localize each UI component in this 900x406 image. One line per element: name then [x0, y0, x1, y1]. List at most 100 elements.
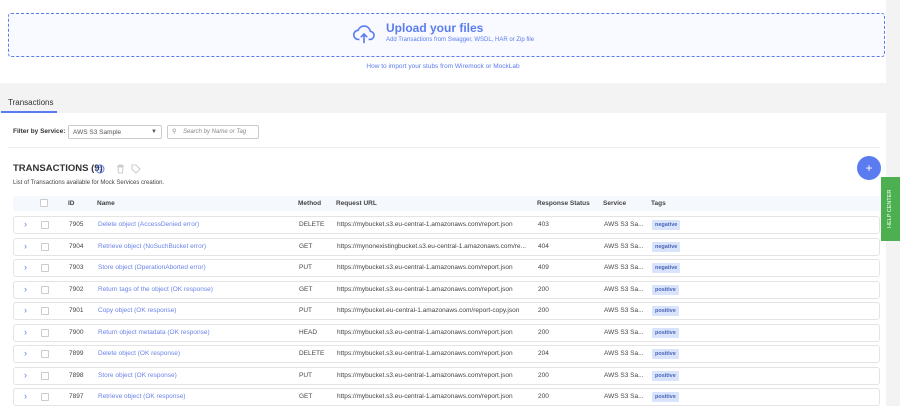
table-row[interactable]: › 7905 Delete object (AccessDenied error… — [13, 216, 880, 234]
import-howto-link[interactable]: How to import your stubs from Wiremock o… — [0, 63, 886, 70]
row-checkbox[interactable] — [41, 328, 49, 337]
row-method: GET — [299, 242, 313, 250]
row-status: 200 — [538, 393, 549, 400]
tag-badge[interactable]: positive — [652, 349, 679, 359]
expand-chevron-icon[interactable]: › — [24, 262, 27, 272]
row-method: PUT — [299, 371, 312, 379]
expand-chevron-icon[interactable]: › — [24, 305, 27, 315]
filter-label: Filter by Service: — [13, 128, 66, 135]
table-row[interactable]: › 7898 Store object (OK response) PUT ht… — [13, 366, 880, 385]
upload-subtitle: Add Transactions from Swagger, WSDL, HAR… — [386, 37, 535, 43]
tag-badge[interactable]: negative — [652, 220, 681, 230]
row-checkbox[interactable] — [41, 371, 49, 380]
row-status: 200 — [538, 307, 549, 314]
page-scrollbar[interactable] — [886, 83, 900, 406]
row-url: https://mybucket.s3.eu-central-1.amazona… — [337, 371, 513, 379]
row-name-link[interactable]: Return tags of the object (OK response) — [98, 286, 213, 293]
row-method: PUT — [299, 264, 312, 271]
row-checkbox[interactable] — [41, 264, 49, 272]
row-service: AWS S3 Sa... — [604, 350, 644, 357]
col-method: Method — [298, 200, 322, 207]
row-id: 7905 — [69, 221, 84, 228]
row-status: 200 — [538, 328, 549, 336]
row-name-link[interactable]: Store object (OK response) — [98, 372, 177, 379]
row-status: 404 — [538, 242, 549, 250]
table-row[interactable]: › 7904 Retrieve object (NoSuchBucket err… — [13, 237, 880, 256]
col-status: Response Status — [537, 200, 590, 207]
row-name-link[interactable]: Return object metadata (OK response) — [98, 329, 210, 336]
help-center-button[interactable]: HELP CENTER — [881, 177, 900, 241]
col-tags: Tags — [651, 200, 666, 207]
add-transaction-button[interactable]: + — [857, 156, 881, 180]
table-row[interactable]: › 7901 Copy object (OK response) PUT htt… — [13, 302, 880, 320]
row-service: AWS S3 Sa... — [604, 371, 644, 379]
col-id: ID — [68, 200, 75, 207]
row-url: https://mybucket.s3.eu-central-1.amazona… — [337, 350, 513, 357]
row-url: https://mybucket.s3.eu-central-1.amazona… — [337, 285, 513, 293]
row-id: 7901 — [69, 307, 84, 314]
divider — [8, 147, 880, 148]
expand-chevron-icon[interactable]: › — [24, 219, 27, 229]
row-method: HEAD — [299, 328, 318, 336]
upload-title: Upload your files — [386, 21, 484, 35]
row-method: PUT — [299, 307, 312, 314]
trash-icon[interactable] — [116, 164, 125, 174]
row-name-link[interactable]: Delete object (OK response) — [98, 350, 180, 357]
cloud-upload-icon — [353, 25, 375, 44]
col-url: Request URL — [336, 200, 377, 207]
table-row[interactable]: › 7899 Delete object (OK response) DELET… — [13, 345, 880, 363]
table-header: ID Name Method Request URL Response Stat… — [13, 196, 880, 211]
help-icon[interactable]: ? — [95, 164, 105, 174]
expand-chevron-icon[interactable]: › — [24, 241, 27, 251]
table-row[interactable]: › 7897 Retrieve object (OK response) GET… — [13, 388, 880, 406]
expand-chevron-icon[interactable]: › — [24, 348, 27, 358]
row-checkbox[interactable] — [41, 242, 49, 251]
row-checkbox[interactable] — [41, 307, 49, 315]
row-url: https://mybucket.s3.eu-central-1.amazona… — [337, 328, 513, 336]
table-row[interactable]: › 7900 Return object metadata (OK respon… — [13, 323, 880, 342]
tag-badge[interactable]: positive — [652, 284, 679, 295]
tag-badge[interactable]: positive — [652, 327, 679, 338]
row-status: 403 — [538, 221, 549, 228]
select-all-checkbox[interactable] — [40, 199, 48, 207]
row-id: 7899 — [69, 350, 84, 357]
expand-chevron-icon[interactable]: › — [24, 391, 27, 401]
col-service: Service — [603, 200, 627, 207]
row-service: AWS S3 Sa... — [604, 307, 644, 314]
expand-chevron-icon[interactable]: › — [24, 284, 27, 294]
row-method: GET — [299, 393, 313, 400]
search-input[interactable]: ⚲ Search by Name or Tag — [167, 125, 259, 139]
row-checkbox[interactable] — [41, 285, 49, 294]
row-id: 7903 — [69, 264, 84, 271]
row-name-link[interactable]: Copy object (OK response) — [98, 307, 176, 314]
row-name-link[interactable]: Retrieve object (OK response) — [98, 393, 185, 400]
row-checkbox[interactable] — [41, 221, 49, 229]
expand-chevron-icon[interactable]: › — [24, 370, 27, 380]
section-description: List of Transactions available for Mock … — [13, 180, 165, 186]
row-method: DELETE — [299, 221, 325, 228]
row-checkbox[interactable] — [41, 350, 49, 358]
row-url: https://mybucket.s3.eu-central-1.amazona… — [337, 393, 513, 400]
expand-chevron-icon[interactable]: › — [24, 327, 27, 337]
tab-transactions[interactable]: Transactions — [8, 98, 54, 107]
row-checkbox[interactable] — [41, 393, 49, 401]
row-name-link[interactable]: Retrieve object (NoSuchBucket error) — [98, 243, 206, 250]
row-service: AWS S3 Sa... — [604, 242, 644, 250]
tag-badge[interactable]: positive — [652, 370, 679, 381]
table-row[interactable]: › 7902 Return tags of the object (OK res… — [13, 280, 880, 299]
tag-badge[interactable]: negative — [652, 241, 681, 252]
search-placeholder: Search by Name or Tag — [183, 129, 247, 135]
row-url: https://mynonexistingbucket.s3.eu-centra… — [337, 242, 526, 250]
row-name-link[interactable]: Store object (OperationAborted error) — [98, 264, 206, 271]
row-url: https://mybucket.s3.eu-central-1.amazona… — [337, 264, 513, 271]
table-row[interactable]: › 7903 Store object (OperationAborted er… — [13, 259, 880, 277]
tag-badge[interactable]: positive — [652, 306, 679, 316]
row-name-link[interactable]: Delete object (AccessDenied error) — [98, 221, 199, 228]
col-name: Name — [97, 200, 115, 207]
upload-dropzone[interactable] — [8, 13, 885, 57]
tag-icon[interactable] — [131, 164, 141, 174]
tag-badge[interactable]: positive — [652, 392, 679, 402]
service-select[interactable]: AWS S3 Sample ▼ — [68, 125, 162, 139]
search-icon: ⚲ — [172, 129, 177, 135]
tag-badge[interactable]: negative — [652, 263, 681, 273]
